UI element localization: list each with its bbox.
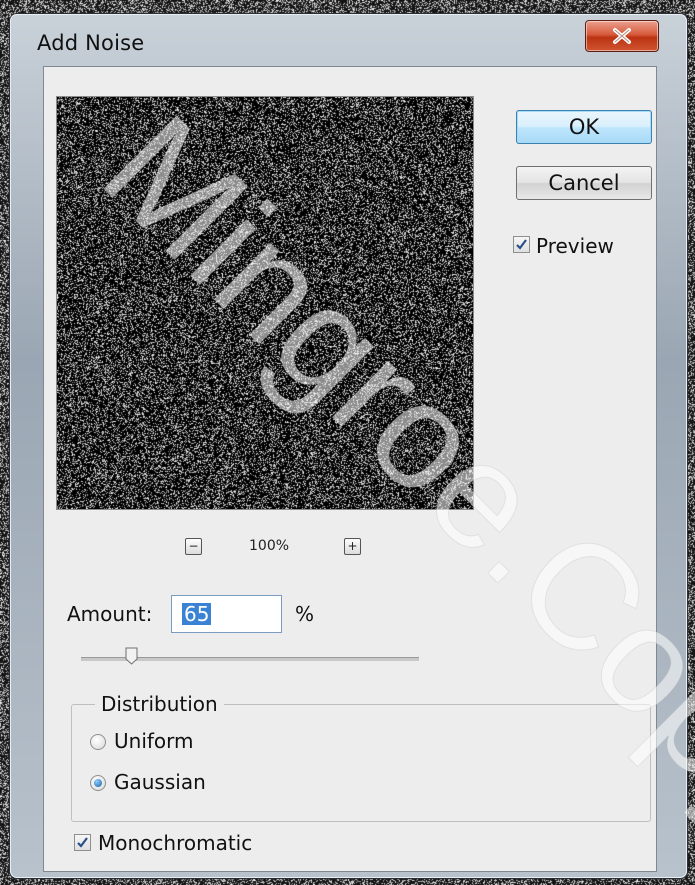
zoom-level: 100% (249, 538, 290, 554)
amount-slider-thumb[interactable] (125, 647, 138, 665)
dialog-title: Add Noise (37, 31, 145, 55)
amount-input[interactable]: 65 (171, 595, 282, 633)
gaussian-label: Gaussian (114, 770, 206, 794)
radio-gaussian[interactable] (90, 775, 106, 791)
amount-unit: % (295, 602, 315, 626)
zoom-in-button[interactable]: + (344, 538, 361, 555)
uniform-label: Uniform (114, 729, 194, 753)
close-icon (613, 28, 631, 44)
monochromatic-checkbox[interactable] (74, 834, 91, 851)
zoom-in-icon: + (347, 539, 358, 553)
zoom-out-icon: − (188, 539, 199, 553)
title-bar[interactable]: Add Noise (10, 14, 687, 64)
noise-preview-image (57, 97, 473, 509)
distribution-title: Distribution (95, 692, 224, 716)
amount-label: Amount: (67, 602, 153, 626)
add-noise-dialog: Add Noise − 100% + OK Cancel Preview Amo… (10, 14, 687, 878)
cancel-button[interactable]: Cancel (516, 166, 652, 200)
preview-checkbox[interactable] (513, 236, 530, 253)
ok-button[interactable]: OK (516, 110, 652, 144)
checkmark-icon (516, 239, 527, 250)
radio-uniform[interactable] (90, 734, 106, 750)
radio-selected-indicator (94, 779, 102, 787)
monochromatic-label: Monochromatic (98, 831, 253, 855)
filter-preview[interactable] (56, 96, 474, 510)
zoom-out-button[interactable]: − (185, 538, 202, 555)
dialog-client-area: − 100% + OK Cancel Preview Amount: 65 % … (43, 66, 657, 872)
preview-label: Preview (536, 234, 614, 258)
checkmark-icon (77, 837, 88, 848)
distribution-group (71, 704, 651, 822)
amount-value: 65 (182, 602, 212, 626)
close-button[interactable] (585, 20, 659, 52)
